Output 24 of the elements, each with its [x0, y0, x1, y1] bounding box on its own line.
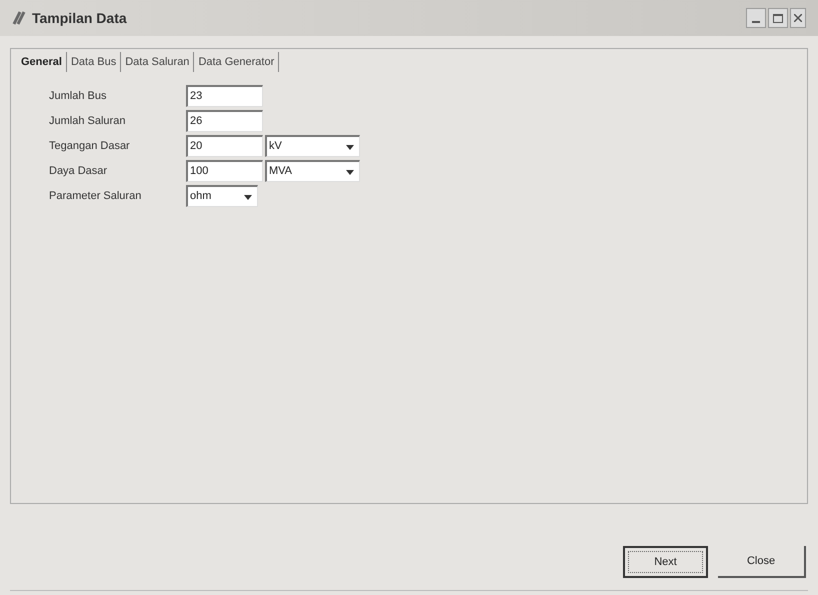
field-label: Jumlah Bus — [49, 88, 108, 104]
field-label: Tegangan Dasar — [49, 138, 131, 154]
close-button[interactable] — [790, 8, 806, 28]
tab[interactable]: Data Saluran — [121, 52, 194, 72]
input-field[interactable]: 26 — [186, 110, 263, 132]
dropdown[interactable]: ohm — [186, 185, 258, 207]
dropdown[interactable]: kV — [265, 135, 360, 157]
app-icon — [12, 10, 28, 26]
field-label: Parameter Saluran — [49, 188, 142, 204]
tab[interactable]: Data Bus — [66, 52, 122, 72]
tab[interactable]: General — [17, 52, 67, 72]
tab[interactable]: Data Generator — [194, 52, 280, 72]
dialog-button[interactable]: Close — [718, 546, 806, 578]
field-label: Jumlah Saluran — [49, 114, 126, 129]
window-title: Tampilan Data — [32, 8, 127, 28]
input-field[interactable]: 100 — [186, 160, 263, 182]
minimize-button[interactable] — [746, 8, 766, 28]
maximize-button[interactable] — [768, 8, 788, 28]
close-icon — [794, 14, 802, 22]
input-field[interactable]: 23 — [186, 85, 263, 107]
dropdown[interactable]: MVA — [265, 160, 360, 182]
field-label: Daya Dasar — [49, 164, 108, 179]
input-field[interactable]: 20 — [186, 135, 263, 157]
dialog-button[interactable]: Next — [623, 546, 708, 578]
